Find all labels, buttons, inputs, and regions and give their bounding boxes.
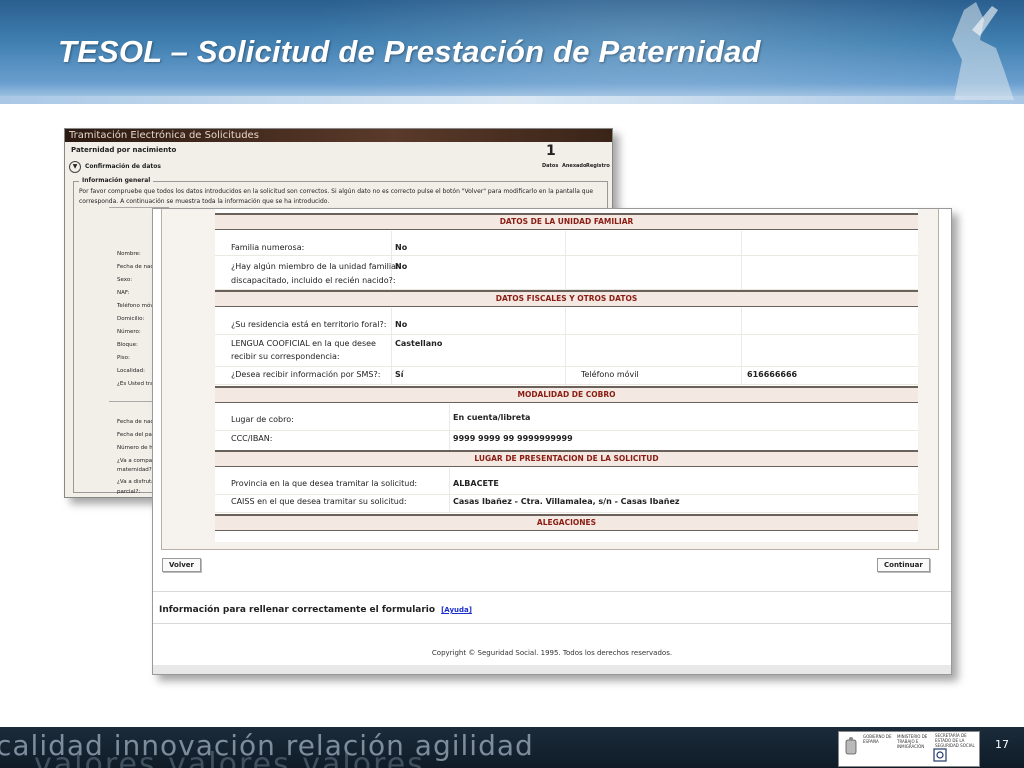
- field-label: Localidad:: [117, 368, 145, 374]
- lugar-cobro-value: En cuenta/libreta: [453, 413, 531, 422]
- table-row: ¿Desea recibir información por SMS?: Sí …: [215, 366, 918, 385]
- help-link[interactable]: [Ayuda]: [441, 606, 472, 614]
- page-number: 17: [995, 738, 1009, 751]
- instructions-text: Por favor compruebe que todos los datos …: [79, 188, 594, 205]
- institution-logos: GOBIERNO DE ESPAÑA MINISTERIO DE TRABAJO…: [838, 731, 980, 767]
- provincia-value: ALBACETE: [453, 479, 499, 488]
- ccc-value: 9999 9999 99 9999999999: [453, 434, 573, 443]
- caiss-label: CAISS en el que desea tramitar su solici…: [231, 497, 407, 506]
- lengua-label-line1: LENGUA COOFICIAL en la que desee: [231, 339, 376, 348]
- discapacitado-value: No: [395, 262, 408, 271]
- caiss-value: Casas Ibañez - Ctra. Villamalea, s/n - C…: [453, 497, 680, 506]
- logo-text-secretaria: SECRETARÍA DE ESTADO DE LA SEGURIDAD SOC…: [935, 733, 975, 748]
- phone-label: Teléfono móvil: [581, 370, 639, 379]
- section-arrow-icon[interactable]: ▼: [69, 161, 81, 173]
- step-label-anexado: Anexado: [562, 163, 587, 169]
- help-text: Información para rellenar correctamente …: [159, 605, 436, 615]
- field-label: NAF:: [117, 290, 130, 296]
- logo-text-ministerio: MINISTERIO DE TRABAJO E INMIGRACIÓN: [897, 734, 928, 749]
- table-row: Provincia en la que desea tramitar la so…: [215, 468, 918, 495]
- sms-label: ¿Desea recibir información por SMS?:: [231, 370, 381, 379]
- section-header-unidad-familiar: DATOS DE LA UNIDAD FAMILIAR: [215, 213, 918, 230]
- logo-text-gobierno: GOBIERNO DE ESPAÑA: [863, 734, 892, 744]
- ccc-label: CCC/IBAN:: [231, 434, 273, 443]
- step-label-datos: Datos: [542, 163, 559, 169]
- form-screenshot: DATOS DE LA UNIDAD FAMILIAR Familia nume…: [152, 208, 952, 675]
- fieldset-legend: Información general: [79, 177, 154, 184]
- lengua-label-line2: recibir su correspondencia:: [231, 352, 340, 361]
- phone-value: 616666666: [747, 370, 798, 379]
- field-label: ¿Va a disfruta: [117, 479, 155, 485]
- discapacitado-label-line1: ¿Hay algún miembro de la unidad familiar: [231, 262, 400, 271]
- step-indicator: 1 Datos Anexado Registro: [538, 143, 610, 171]
- copyright-text: Copyright © Seguridad Social. 1995. Todo…: [431, 649, 673, 657]
- divider: [153, 623, 951, 624]
- table-row: CCC/IBAN: 9999 9999 99 9999999999: [215, 430, 918, 451]
- form-panel: DATOS DE LA UNIDAD FAMILIAR Familia nume…: [161, 209, 939, 550]
- field-label: Fecha de nac: [117, 264, 154, 270]
- back-button[interactable]: Volver: [162, 558, 202, 572]
- field-label: Domicilio:: [117, 316, 145, 322]
- section-header-alegaciones: ALEGACIONES: [215, 514, 918, 531]
- section-title: Confirmación de datos: [85, 163, 161, 170]
- table-row: Familia numerosa: No: [215, 231, 918, 256]
- slide-header: TESOL – Solicitud de Prestación de Pater…: [0, 0, 1024, 104]
- field-label: Número:: [117, 329, 141, 335]
- field-label: Fecha del part: [117, 432, 157, 438]
- section-header-presentacion: LUGAR DE PRESENTACION DE LA SOLICITUD: [215, 450, 918, 467]
- table-row: Lugar de cobro: En cuenta/libreta: [215, 404, 918, 431]
- slide-title: TESOL – Solicitud de Prestación de Pater…: [58, 34, 761, 69]
- familia-numerosa-value: No: [395, 243, 408, 252]
- field-label: parcial?:: [117, 489, 141, 495]
- lugar-cobro-label: Lugar de cobro:: [231, 415, 294, 424]
- footer-band: [153, 665, 951, 674]
- field-label: ¿Va a compa: [117, 458, 153, 464]
- field-label: maternidad?:: [117, 467, 154, 473]
- field-label: Nombre:: [117, 251, 141, 257]
- section-header-fiscales: DATOS FISCALES Y OTROS DATOS: [215, 290, 918, 307]
- app-title-bar: Tramitación Electrónica de Solicitudes: [65, 129, 612, 142]
- continue-button[interactable]: Continuar: [877, 558, 930, 572]
- field-label: Piso:: [117, 355, 130, 361]
- divider: [153, 591, 951, 592]
- statue-decoration-icon: [952, 2, 1014, 100]
- table-row: LENGUA COOFICIAL en la que desee recibir…: [215, 334, 918, 367]
- header-band: [0, 96, 1024, 104]
- help-section: Información para rellenar correctamente …: [159, 605, 472, 615]
- territorio-foral-label: ¿Su residencia está en territorio foral?…: [231, 320, 387, 329]
- form-table: DATOS DE LA UNIDAD FAMILIAR Familia nume…: [215, 209, 918, 542]
- field-label: ¿Es Usted tra: [117, 381, 154, 387]
- step-number: 1: [546, 143, 556, 159]
- territorio-foral-value: No: [395, 320, 408, 329]
- field-label: Fecha de nac: [117, 419, 154, 425]
- step-label-registro: Registro: [586, 163, 610, 169]
- sms-value: Sí: [395, 370, 404, 379]
- table-row: CAISS en el que desea tramitar su solici…: [215, 494, 918, 513]
- section-header-cobro: MODALIDAD DE COBRO: [215, 386, 918, 403]
- form-subtitle: Paternidad por nacimiento: [71, 146, 177, 154]
- provincia-label: Provincia en la que desea tramitar la so…: [231, 479, 418, 488]
- field-label: Teléfono móv: [117, 303, 154, 309]
- coat-of-arms-icon: [845, 737, 857, 755]
- field-label: Sexo:: [117, 277, 133, 283]
- table-row: ¿Su residencia está en territorio foral?…: [215, 308, 918, 335]
- seguridad-social-logo-icon: [933, 748, 947, 762]
- familia-numerosa-label: Familia numerosa:: [231, 243, 305, 252]
- field-label: Bloque:: [117, 342, 138, 348]
- table-row: ¿Hay algún miembro de la unidad familiar…: [215, 255, 918, 290]
- field-label: Número de hi: [117, 445, 155, 451]
- discapacitado-label-line2: discapacitado, incluido el recién nacido…: [231, 276, 396, 285]
- footer-watermark-text-2: valores valores valores: [34, 747, 425, 768]
- lengua-value: Castellano: [395, 339, 443, 348]
